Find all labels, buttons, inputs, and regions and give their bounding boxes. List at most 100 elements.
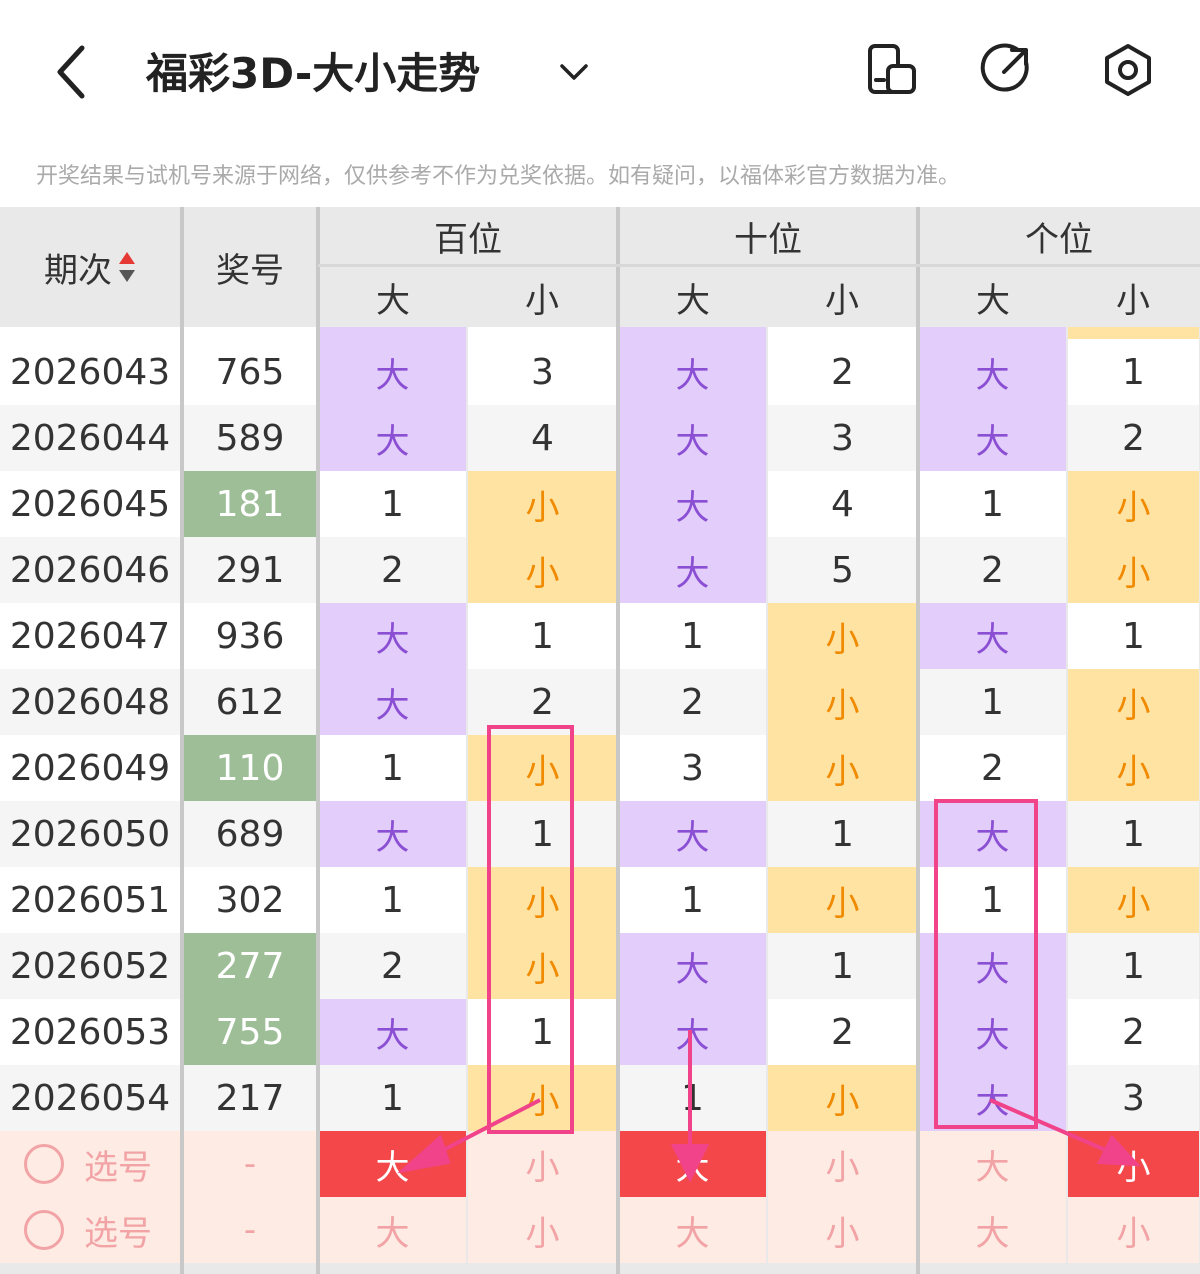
- pick-option[interactable]: 小: [468, 1197, 617, 1263]
- trend-cell: 大: [619, 471, 766, 537]
- trend-table: 期次 奖号 百位大小十位大小个位大小 2026043 765 大 3 大 2 大 1 2026044 5…: [0, 207, 1200, 1274]
- trend-cell: 1: [768, 933, 917, 999]
- row-period: 2026051: [0, 867, 180, 933]
- trend-cell: 小: [1068, 471, 1199, 537]
- subheader-big: 大: [376, 280, 410, 321]
- settings-icon: [1105, 44, 1151, 96]
- trend-cell: 大: [919, 1065, 1066, 1131]
- trend-cell: 1: [319, 471, 466, 537]
- trend-cell: 1: [1068, 339, 1199, 405]
- pick-option[interactable]: 大: [619, 1197, 766, 1263]
- back-button[interactable]: [48, 42, 98, 102]
- trend-cell: 小: [468, 471, 617, 537]
- trend-cell: 小: [768, 867, 917, 933]
- device-button[interactable]: [864, 42, 920, 98]
- sort-icon: [119, 252, 135, 282]
- trend-cell: 大: [919, 999, 1066, 1065]
- pick-option[interactable]: 大: [919, 1197, 1066, 1263]
- group-header-units: 个位: [1025, 219, 1093, 260]
- pick-option[interactable]: 大: [919, 1131, 1066, 1197]
- trend-cell: 1: [619, 867, 766, 933]
- row-period: 2026048: [0, 669, 180, 735]
- trend-cell: 1: [619, 1065, 766, 1131]
- pick-option[interactable]: 大: [319, 1197, 466, 1263]
- trend-cell: 2: [768, 339, 917, 405]
- row-number: 765: [184, 339, 316, 405]
- pick-option[interactable]: 小: [1068, 1197, 1199, 1263]
- trend-cell: 2: [468, 669, 617, 735]
- trend-cell: 1: [919, 471, 1066, 537]
- trend-cell: 1: [468, 999, 617, 1065]
- row-number: 589: [184, 405, 316, 471]
- row-number: 291: [184, 537, 316, 603]
- back-icon: [57, 45, 85, 99]
- trend-cell: 5: [768, 537, 917, 603]
- trend-cell: 大: [619, 405, 766, 471]
- partial-row: [0, 327, 180, 339]
- pick-option[interactable]: 小: [768, 1131, 917, 1197]
- pick-radio[interactable]: [24, 1210, 64, 1250]
- pick-option[interactable]: 小: [1068, 1131, 1199, 1197]
- trend-cell: 小: [468, 735, 617, 801]
- trend-cell: 大: [319, 603, 466, 669]
- trend-cell: 1: [619, 603, 766, 669]
- device-icon: [868, 44, 916, 94]
- trend-cell: 小: [768, 735, 917, 801]
- trend-cell: 小: [468, 933, 617, 999]
- trend-cell: 小: [768, 1065, 917, 1131]
- column-divider: [316, 207, 320, 1274]
- period-header-label: 期次: [44, 250, 112, 291]
- pick-label: 选号: [84, 1147, 152, 1188]
- pick-option[interactable]: 大: [319, 1131, 466, 1197]
- pick-label: 选号: [84, 1213, 152, 1254]
- trend-cell: 大: [919, 933, 1066, 999]
- trend-cell: 大: [619, 999, 766, 1065]
- row-number: 755: [184, 999, 316, 1065]
- trend-cell: 2: [319, 537, 466, 603]
- chevron-down-icon: [560, 64, 588, 80]
- partial-row: [919, 327, 1066, 339]
- pick-option[interactable]: 小: [468, 1131, 617, 1197]
- share-button[interactable]: [978, 42, 1034, 98]
- top-bar: 福彩3D-大小走势: [0, 0, 1200, 140]
- settings-button[interactable]: [1100, 42, 1156, 98]
- row-number: 110: [184, 735, 316, 801]
- column-divider: [180, 207, 184, 1274]
- subheader-big: 大: [976, 280, 1010, 321]
- disclaimer-text: 开奖结果与试机号来源于网络，仅供参考不作为兑奖依据。如有疑问，以福体彩官方数据为…: [36, 164, 961, 189]
- trend-cell: 大: [619, 801, 766, 867]
- trend-cell: 2: [319, 933, 466, 999]
- page-title: 福彩3D-大小走势: [146, 49, 481, 98]
- trend-cell: 2: [1068, 999, 1199, 1065]
- trend-cell: 小: [1068, 669, 1199, 735]
- trend-cell: 1: [768, 801, 917, 867]
- trend-cell: 3: [768, 405, 917, 471]
- row-period: 2026054: [0, 1065, 180, 1131]
- partial-row: [319, 327, 466, 339]
- trend-cell: 小: [468, 1065, 617, 1131]
- trend-cell: 大: [919, 405, 1066, 471]
- trend-cell: 1: [319, 867, 466, 933]
- row-number: 612: [184, 669, 316, 735]
- trend-cell: 大: [319, 669, 466, 735]
- trend-cell: 小: [468, 867, 617, 933]
- trend-cell: 2: [619, 669, 766, 735]
- title-dropdown[interactable]: [556, 54, 592, 90]
- pick-radio[interactable]: [24, 1144, 64, 1184]
- row-period: 2026052: [0, 933, 180, 999]
- pick-row-label: 选号: [0, 1131, 180, 1197]
- trend-cell: 1: [1068, 933, 1199, 999]
- trend-cell: 1: [468, 603, 617, 669]
- row-number: 217: [184, 1065, 316, 1131]
- share-icon: [980, 43, 1029, 92]
- column-header-number: 奖号: [216, 250, 284, 291]
- pick-row-label: 选号: [0, 1197, 180, 1263]
- pick-option[interactable]: 大: [619, 1131, 766, 1197]
- column-header-period[interactable]: 期次: [0, 207, 180, 327]
- partial-row: [468, 327, 617, 339]
- trend-cell: 大: [919, 603, 1066, 669]
- pick-option[interactable]: 小: [768, 1197, 917, 1263]
- trend-cell: 大: [319, 339, 466, 405]
- trend-cell: 大: [619, 933, 766, 999]
- trend-cell: 2: [919, 735, 1066, 801]
